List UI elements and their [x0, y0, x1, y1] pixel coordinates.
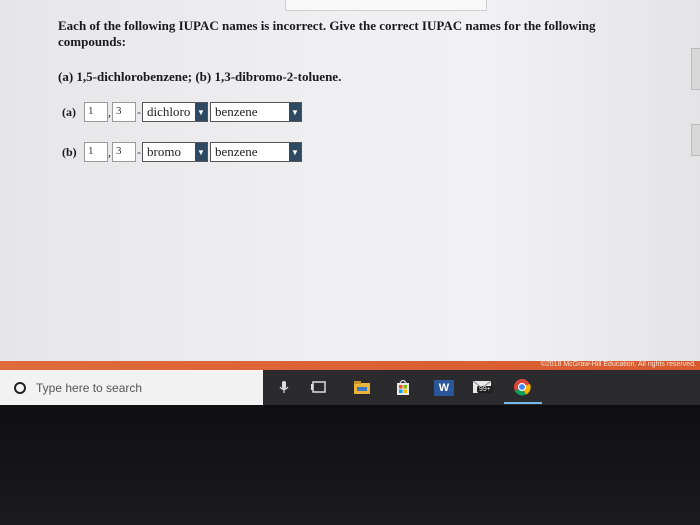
substituent-value: dichloro — [147, 104, 191, 119]
dropdown-arrow-icon: ▼ — [289, 143, 301, 161]
copyright-text: ©2018 McGraw-Hill Education. All rights … — [540, 361, 696, 368]
word-icon[interactable]: W — [434, 380, 454, 396]
mail-app[interactable]: 99+ — [472, 378, 496, 397]
parent-value: benzene — [215, 104, 258, 119]
locant-1-input[interactable]: 1 — [84, 102, 108, 122]
top-tab-strip — [285, 0, 487, 11]
parent-dropdown[interactable]: benzene ▼ — [210, 142, 302, 162]
mail-badge: 99+ — [477, 386, 493, 393]
chrome-icon[interactable] — [513, 378, 531, 397]
dropdown-arrow-icon: ▼ — [195, 143, 207, 161]
file-explorer-icon[interactable] — [353, 378, 371, 397]
locant-2-input[interactable]: 3 — [112, 102, 136, 122]
side-scroll-tab[interactable] — [691, 48, 700, 90]
cortana-icon — [14, 381, 26, 394]
question-text: Each of the following IUPAC names is inc… — [58, 18, 596, 49]
side-scroll-tab[interactable] — [691, 124, 700, 156]
dropdown-arrow-icon: ▼ — [195, 103, 207, 121]
locant-2-input[interactable]: 3 — [112, 142, 136, 162]
active-app-indicator — [504, 402, 542, 404]
search-input[interactable]: Type here to search — [36, 381, 142, 395]
taskbar-search-box[interactable]: Type here to search — [0, 370, 263, 405]
answer-row-b: (b) 1 , 3 - bromo ▼ benzene ▼ — [62, 140, 302, 164]
parent-value: benzene — [215, 144, 258, 159]
answer-label: (b) — [62, 144, 77, 159]
microphone-icon[interactable] — [279, 381, 289, 394]
browser-content: Each of the following IUPAC names is inc… — [0, 0, 700, 370]
parent-dropdown[interactable]: benzene ▼ — [210, 102, 302, 122]
dropdown-arrow-icon: ▼ — [289, 103, 301, 121]
answer-row-a: (a) 1 , 3 - dichloro ▼ benzene ▼ — [62, 100, 302, 124]
laptop-bezel — [0, 405, 700, 525]
substituent-dropdown[interactable]: bromo ▼ — [142, 142, 208, 162]
answer-label: (a) — [62, 104, 76, 119]
task-view-icon[interactable] — [311, 378, 327, 397]
store-icon[interactable] — [395, 378, 411, 397]
windows-taskbar: Type here to search — [0, 370, 700, 405]
locant-1-input[interactable]: 1 — [84, 142, 108, 162]
substituent-value: bromo — [147, 144, 181, 159]
question-compounds: (a) 1,5-dichlorobenzene; (b) 1,3-dibromo… — [58, 69, 342, 84]
substituent-dropdown[interactable]: dichloro ▼ — [142, 102, 208, 122]
